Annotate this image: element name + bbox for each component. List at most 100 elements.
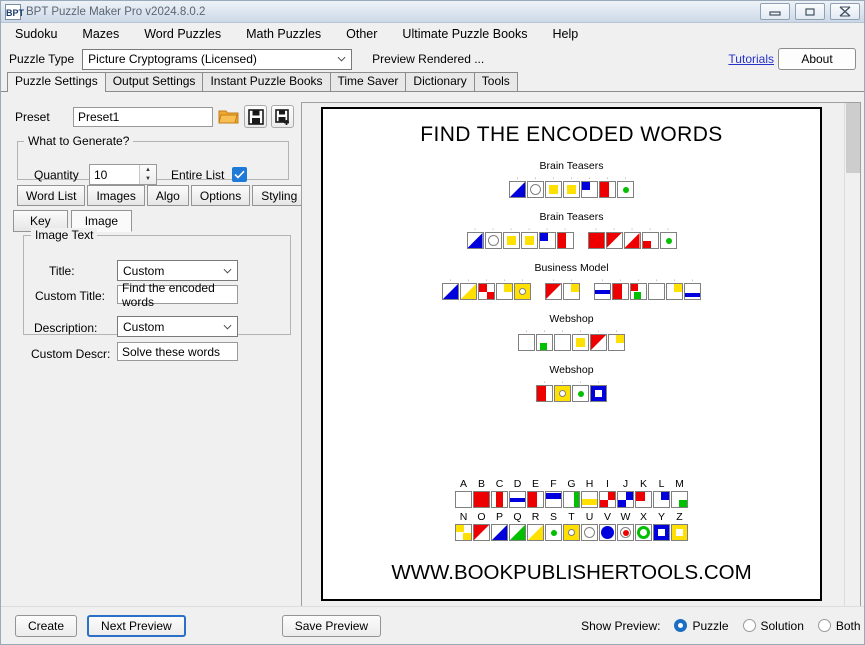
- cipher-cell: ·: [478, 277, 495, 300]
- cipher-symbol-yellow-sq-inner: [671, 524, 688, 541]
- preset-input[interactable]: Preset1: [73, 106, 213, 127]
- key-letter: D: [513, 478, 522, 490]
- tab-tools[interactable]: Tools: [473, 72, 518, 91]
- save-preview-button[interactable]: Save Preview: [281, 614, 382, 637]
- cipher-symbol-green-stripe-right: [563, 491, 580, 508]
- tab-output-settings[interactable]: Output Settings: [104, 72, 204, 91]
- menu-item-word-puzzles[interactable]: Word Puzzles: [144, 25, 234, 43]
- cipher-cell: ·: [590, 328, 607, 351]
- create-button[interactable]: Create: [15, 614, 78, 637]
- radio-solution-indicator[interactable]: [742, 619, 756, 632]
- key-letter: H: [585, 478, 594, 490]
- tab-instant-puzzle-books[interactable]: Instant Puzzle Books: [202, 72, 331, 91]
- window-title: BPT Puzzle Maker Pro v2024.8.0.2: [26, 5, 206, 18]
- cipher-symbol-red-half-left: [599, 181, 616, 198]
- key-letter: O: [477, 511, 486, 523]
- tutorials-link[interactable]: Tutorials: [728, 52, 774, 66]
- key-letter: Y: [657, 511, 665, 523]
- tab-dictionary[interactable]: Dictionary: [405, 72, 475, 91]
- menu-item-other[interactable]: Other: [346, 25, 390, 43]
- custom-title-input[interactable]: Find the encoded words: [117, 281, 238, 309]
- title-select[interactable]: Custom: [117, 260, 238, 281]
- word-block: Brain Teasers · · · · · · · · · · ·: [323, 211, 820, 249]
- section-tab-styling[interactable]: Styling: [252, 185, 307, 206]
- menu-item-ultimate-puzzle-books[interactable]: Ultimate Puzzle Books: [402, 25, 540, 43]
- section-tab-options[interactable]: Options: [190, 185, 251, 206]
- entire-list-label: Entire List: [171, 167, 225, 182]
- key-letter: J: [622, 478, 629, 490]
- tab-time-saver[interactable]: Time Saver: [329, 72, 407, 91]
- key-letter: Z: [676, 511, 683, 523]
- main-tab-strip: Puzzle Settings Output Settings Instant …: [1, 72, 864, 92]
- section-tab-algo[interactable]: Algo: [146, 185, 189, 206]
- cipher-symbol-red-sq-tl: [635, 491, 652, 508]
- radio-puzzle-indicator[interactable]: [674, 619, 688, 632]
- preview-scrollbar[interactable]: [844, 103, 860, 606]
- cipher-cell: ·: [556, 226, 574, 249]
- cipher-cell: ·: [666, 277, 683, 300]
- key-letters-row-2: NOPQRSTUVWXYZ: [455, 511, 688, 523]
- cipher-symbol-yellow-sq-sm: [572, 334, 589, 351]
- cipher-symbol-blue-band-low: [684, 283, 701, 300]
- quantity-spin-buttons[interactable]: ▲ ▼: [139, 165, 156, 184]
- word-symbol-group: · · · · ·: [587, 226, 677, 249]
- word-symbol-group: · · · · · ·: [518, 328, 625, 351]
- tab-puzzle-settings[interactable]: Puzzle Settings: [7, 72, 106, 92]
- entire-list-checkbox[interactable]: [232, 167, 248, 182]
- radio-puzzle[interactable]: Puzzle: [674, 618, 729, 633]
- cipher-cell: ·: [608, 328, 625, 351]
- radio-solution-label: Solution: [760, 618, 804, 633]
- quantity-up-icon[interactable]: ▲: [140, 165, 156, 175]
- cipher-symbol-red-half-left: [536, 385, 553, 402]
- cipher-symbol-redwhite-quad: [478, 283, 495, 300]
- radio-both-label: Both: [835, 618, 861, 633]
- puzzle-type-label: Puzzle Type: [9, 52, 75, 66]
- description-select[interactable]: Custom: [117, 316, 238, 337]
- quantity-down-icon[interactable]: ▼: [140, 175, 156, 185]
- cipher-symbol-blue-quad-alt: [617, 491, 634, 508]
- save-as-icon: [274, 108, 289, 125]
- quantity-label: Quantity: [34, 167, 79, 182]
- section-tab-images[interactable]: Images: [87, 185, 145, 206]
- custom-descr-field-label: Custom Descr:: [31, 347, 111, 361]
- key-letter: L: [658, 478, 665, 490]
- menu-item-sudoku[interactable]: Sudoku: [15, 25, 70, 43]
- open-preset-button[interactable]: [217, 105, 240, 128]
- cipher-symbol-red-stripe-mid: [491, 491, 508, 508]
- menu-item-help[interactable]: Help: [552, 25, 591, 43]
- next-preview-button[interactable]: Next Preview: [87, 614, 186, 637]
- maximize-button[interactable]: [795, 3, 825, 20]
- settings-panel: Preset Preset1 What to Generate? Quantit…: [5, 102, 307, 607]
- bottom-toolbar: Create Next Preview Save Preview Show Pr…: [1, 606, 864, 644]
- cipher-cell: ·: [659, 226, 677, 249]
- preview-scrollbar-thumb[interactable]: [846, 103, 860, 173]
- close-button[interactable]: [830, 3, 860, 20]
- radio-both-indicator[interactable]: [817, 619, 831, 632]
- word-symbol-group: · · · ·: [536, 379, 607, 402]
- cipher-symbol-green-dot: [659, 232, 677, 249]
- radio-solution[interactable]: Solution: [742, 618, 804, 633]
- custom-descr-input[interactable]: Solve these words: [117, 342, 238, 361]
- puzzle-type-select[interactable]: Picture Cryptograms (Licensed): [82, 48, 353, 70]
- quantity-stepper[interactable]: 10 ▲ ▼: [89, 164, 157, 185]
- about-button[interactable]: About: [778, 48, 856, 70]
- save-preset-button[interactable]: [244, 105, 267, 128]
- cipher-cell: ·: [527, 175, 544, 198]
- menu-item-mazes[interactable]: Mazes: [82, 25, 132, 43]
- key-letter: V: [603, 511, 611, 523]
- word-symbol-row: · · · · · · · · · · ·: [323, 226, 820, 249]
- cipher-symbol-yellow-sq-sm: [545, 181, 562, 198]
- menu-item-math-puzzles[interactable]: Math Puzzles: [246, 25, 334, 43]
- cipher-cell: ·: [599, 175, 616, 198]
- cipher-symbol-yellow-sq-tr: [666, 283, 683, 300]
- application-window: BPT BPT Puzzle Maker Pro v2024.8.0.2 Sud…: [0, 0, 865, 645]
- minimize-button[interactable]: [760, 3, 790, 20]
- radio-puzzle-label: Puzzle: [692, 618, 729, 633]
- cipher-symbol-green-sq-bl: [536, 334, 553, 351]
- save-as-preset-button[interactable]: [271, 105, 294, 128]
- section-tab-word-list[interactable]: Word List: [17, 185, 86, 206]
- radio-both[interactable]: Both: [817, 618, 861, 633]
- key-letter: C: [495, 478, 504, 490]
- generate-group-label: What to Generate?: [28, 134, 130, 148]
- quantity-value: 10: [94, 167, 108, 182]
